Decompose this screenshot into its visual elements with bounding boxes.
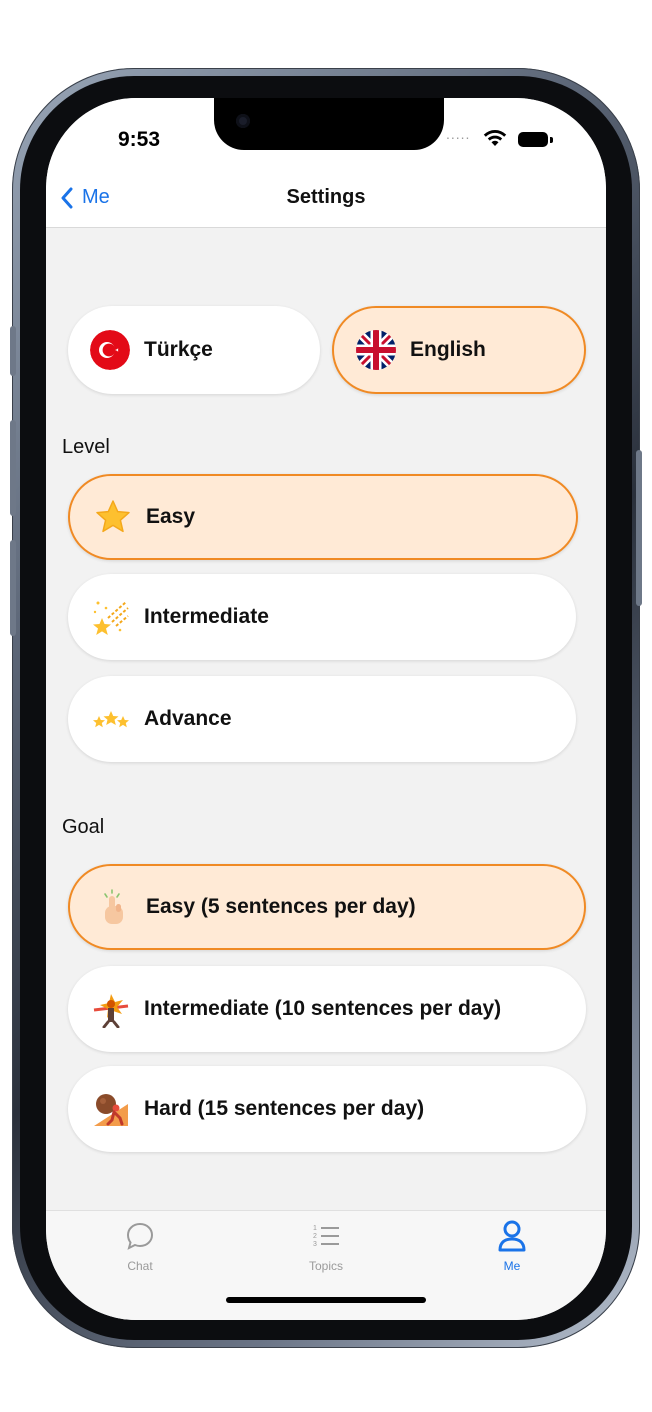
language-option-english[interactable]: English (332, 306, 586, 394)
goal-heading: Goal (62, 816, 105, 838)
option-label: Easy (146, 505, 196, 528)
front-camera (236, 114, 250, 128)
sparkle-stars-icon (92, 598, 130, 636)
tab-topics[interactable]: 1 2 3 Topics (266, 1219, 386, 1273)
option-label: Intermediate (144, 605, 269, 628)
uk-flag-icon (356, 330, 396, 370)
language-label: Türkçe (144, 338, 213, 361)
tab-chat[interactable]: Chat (80, 1219, 200, 1273)
language-label: English (410, 338, 486, 361)
finish-line-runner-icon (92, 990, 130, 1028)
goal-option-intermediate[interactable]: Intermediate (10 sentences per day) (68, 966, 586, 1052)
wifi-icon (483, 130, 507, 146)
language-option-turkish[interactable]: Türkçe (68, 306, 320, 394)
status-time: 9:53 (118, 128, 161, 151)
page-title: Settings (286, 186, 366, 208)
app-screen: 9:53 ..... Settings Me Türkçe English Le… (46, 98, 606, 1320)
chat-bubble-icon (80, 1219, 200, 1253)
option-label: Advance (144, 707, 232, 730)
option-label: Intermediate (10 sentences per day) (144, 997, 502, 1020)
tab-label: Topics (308, 1259, 343, 1273)
svg-text:2: 2 (313, 1233, 317, 1240)
svg-text:1: 1 (313, 1225, 317, 1232)
tapping-hand-icon (94, 888, 132, 926)
svg-text:3: 3 (313, 1241, 317, 1248)
option-label: Easy (5 sentences per day) (146, 895, 416, 918)
tab-bar: Chat 1 2 3 Topics Me (46, 1210, 606, 1320)
turkey-flag-icon (90, 330, 130, 370)
tab-label: Chat (127, 1259, 153, 1273)
volume-down-button (10, 540, 16, 636)
back-button[interactable]: Me (60, 186, 110, 209)
level-option-intermediate[interactable]: Intermediate (68, 574, 576, 660)
three-stars-icon (92, 700, 130, 738)
volume-up-button (10, 420, 16, 516)
signal-dots: ..... (446, 126, 471, 142)
option-label: Hard (15 sentences per day) (144, 1097, 425, 1120)
star-icon (94, 498, 132, 536)
battery-nub (550, 137, 553, 143)
navigation-bar: 9:53 ..... Settings Me (46, 98, 606, 228)
mute-switch (10, 326, 16, 376)
level-heading: Level (62, 436, 110, 458)
level-option-easy[interactable]: Easy (68, 474, 578, 560)
numbered-list-icon: 1 2 3 (266, 1219, 386, 1253)
goal-option-easy[interactable]: Easy (5 sentences per day) (68, 864, 586, 950)
home-indicator[interactable] (226, 1297, 426, 1303)
power-button (636, 450, 642, 606)
battery-icon (518, 132, 548, 147)
tab-label: Me (503, 1259, 521, 1273)
pushing-boulder-icon (92, 1090, 130, 1128)
tab-me[interactable]: Me (452, 1219, 572, 1273)
level-option-advance[interactable]: Advance (68, 676, 576, 762)
back-label: Me (82, 186, 110, 208)
goal-option-hard[interactable]: Hard (15 sentences per day) (68, 1066, 586, 1152)
person-icon (452, 1219, 572, 1253)
chevron-left-icon (61, 187, 73, 208)
